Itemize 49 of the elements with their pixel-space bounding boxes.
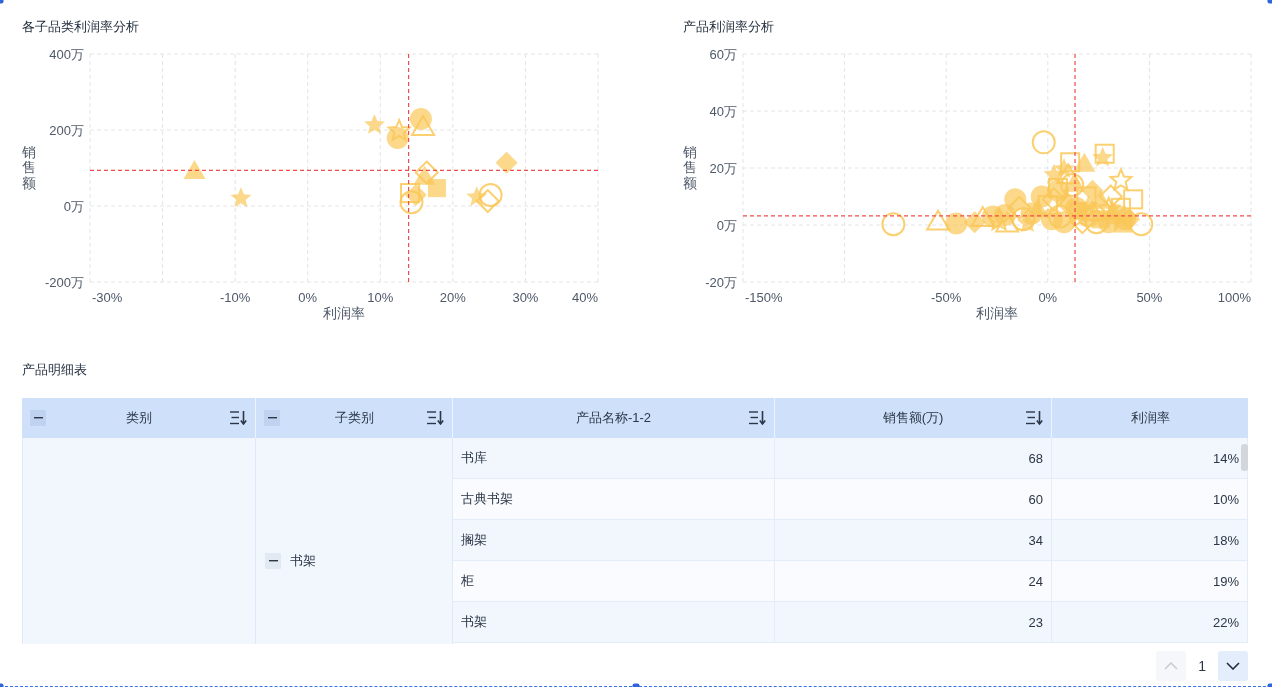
chart-title: 产品利润率分析: [683, 18, 775, 36]
table-cell: 柜: [453, 561, 775, 601]
table-cell: 60: [775, 479, 1052, 519]
table-cell: 19%: [1052, 561, 1248, 601]
axis-tick-label: 10%: [367, 290, 394, 305]
axis-tick-label: 20%: [439, 290, 466, 305]
table-cell: 书架: [453, 602, 775, 642]
axis-tick-label: 200万: [49, 122, 84, 138]
axis-title: 销售额: [683, 144, 697, 192]
group-label: 书架: [290, 553, 316, 569]
column-title: 销售额(万): [882, 409, 944, 427]
axis-tick-label: 400万: [49, 46, 84, 62]
axis-title: 利润率: [975, 305, 1019, 321]
axis-tick-label: -30%: [92, 290, 123, 305]
axis-tick-label: 0%: [298, 290, 318, 305]
axis-tick-label: -20万: [705, 274, 737, 290]
axis-tick-label: 60万: [709, 46, 737, 62]
table-cell: 22%: [1052, 602, 1248, 642]
page-number: 1: [1197, 658, 1207, 674]
table-cell: 24: [775, 561, 1052, 601]
table-cell: 34: [775, 520, 1052, 560]
table-cell: 68: [775, 438, 1052, 478]
table-cell: 书库: [453, 438, 775, 478]
axis-tick-label: 30%: [512, 290, 539, 305]
axis-tick-label: 40万: [709, 103, 737, 119]
axis-title: 利润率: [322, 305, 366, 321]
column-title: 利润率: [1130, 409, 1170, 427]
chart-title: 各子品类利润率分析: [22, 18, 140, 36]
table-cell: 23: [775, 602, 1052, 642]
column-title: 类别: [125, 409, 152, 427]
axis-tick-label: 50%: [1136, 290, 1163, 305]
axis-tick-label: 0%: [1038, 290, 1058, 305]
axis-tick-label: 20万: [709, 160, 737, 176]
axis-tick-label: 100%: [1217, 290, 1251, 305]
axis-tick-label: 0万: [63, 198, 84, 214]
axis-tick-label: -150%: [745, 290, 783, 305]
table-cell: 古典书架: [453, 479, 775, 519]
axis-tick-label: 40%: [571, 290, 598, 305]
column-title: 产品名称-1-2: [575, 409, 652, 427]
axis-tick-label: -50%: [931, 290, 962, 305]
table-title: 产品明细表: [22, 361, 88, 379]
column-title: 子类别: [334, 409, 374, 427]
axis-title: 销售额: [22, 144, 36, 192]
axis-tick-label: 0万: [716, 217, 737, 233]
table-cell: 10%: [1052, 479, 1248, 519]
axis-tick-label: -200万: [44, 274, 84, 290]
axis-tick-label: -10%: [219, 290, 251, 305]
table-cell: 搁架: [453, 520, 775, 560]
table-cell: 18%: [1052, 520, 1248, 560]
